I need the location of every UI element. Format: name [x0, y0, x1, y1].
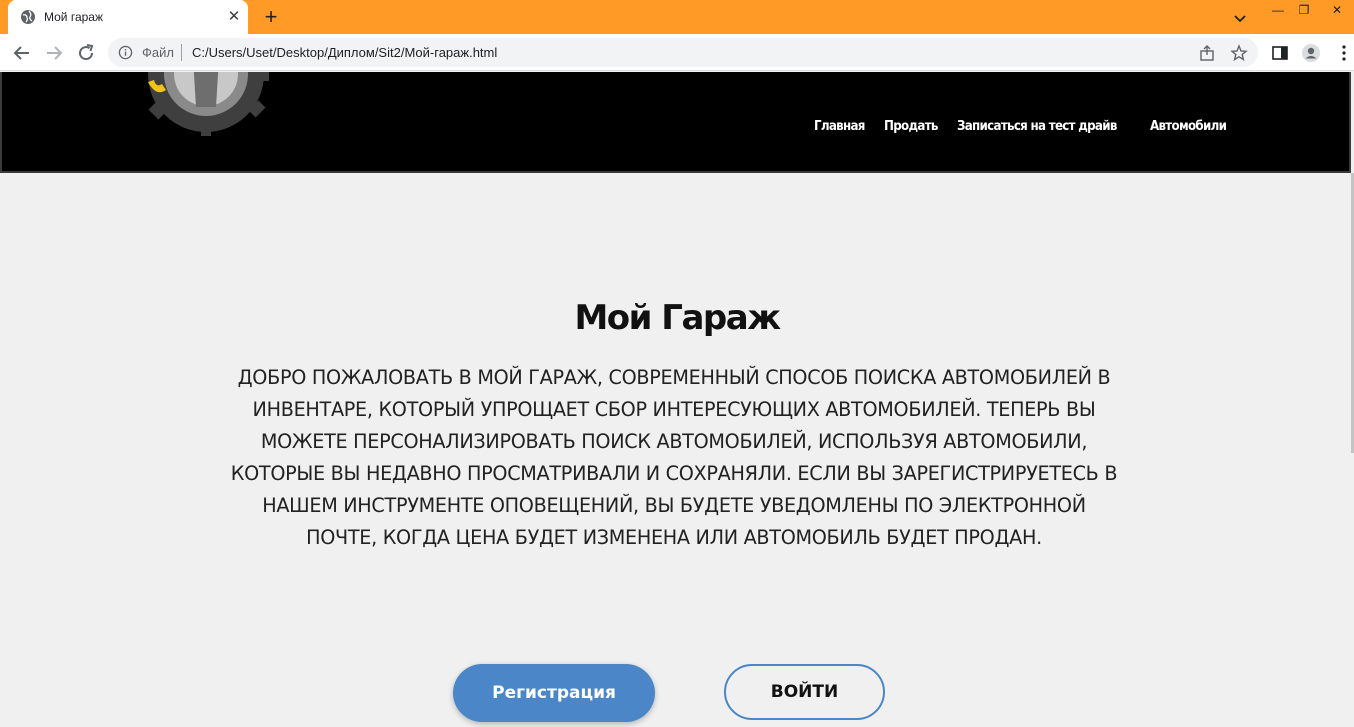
restore-button[interactable]: ❐ [1290, 0, 1318, 22]
file-scheme-label: Файл [142, 45, 174, 60]
share-icon[interactable] [1198, 44, 1216, 62]
reload-icon[interactable] [74, 41, 98, 65]
tab-close-icon[interactable]: ✕ [226, 9, 242, 25]
register-button[interactable]: Регистрация [453, 664, 655, 722]
side-panel-icon[interactable] [1270, 43, 1290, 63]
nav-link-home[interactable]: Главная [814, 118, 865, 134]
page-title: Мой Гараж [574, 298, 781, 338]
menu-kebab-icon[interactable] [1334, 43, 1354, 63]
main-nav: Главная Продать Записаться на тест драйв… [814, 118, 1237, 134]
hero-description: ДОБРО ПОЖАЛОВАТЬ В МОЙ ГАРАЖ, СОВРЕМЕННЫ… [230, 366, 1118, 549]
nav-link-sell[interactable]: Продать [884, 118, 938, 134]
browser-tab-active[interactable]: Мой гараж ✕ [8, 0, 248, 34]
browser-toolbar: Файл C:/Users/Uset/Desktop/Диплом/Sit2/М… [0, 34, 1354, 71]
globe-icon [21, 10, 35, 24]
page-viewport: SELTEN Главная Продать Записаться на тес… [0, 72, 1354, 727]
profile-avatar-icon[interactable] [1301, 43, 1321, 63]
address-bar[interactable]: Файл C:/Users/Uset/Desktop/Диплом/Sit2/М… [108, 38, 1258, 67]
browser-tabstrip: Мой гараж ✕ + — ❐ ✕ [0, 0, 1354, 34]
nav-link-cars[interactable]: Автомобили [1150, 118, 1227, 134]
address-url[interactable]: C:/Users/Uset/Desktop/Диплом/Sit2/Мой-га… [192, 45, 497, 60]
nav-link-test-drive[interactable]: Записаться на тест драйв [957, 118, 1117, 134]
selten-logo[interactable]: SELTEN [134, 72, 269, 137]
site-header: SELTEN Главная Продать Записаться на тес… [0, 72, 1351, 173]
back-arrow-icon[interactable] [10, 41, 34, 65]
bookmark-star-icon[interactable] [1230, 44, 1248, 62]
minimize-button[interactable]: — [1264, 0, 1292, 22]
forward-arrow-icon[interactable] [42, 41, 66, 65]
close-window-button[interactable]: ✕ [1320, 0, 1354, 22]
tab-title: Мой гараж [44, 10, 104, 24]
login-button[interactable]: ВОЙТИ [724, 664, 885, 720]
info-icon[interactable] [118, 45, 133, 60]
tab-search-chevron-icon[interactable] [1228, 8, 1252, 28]
address-separator [181, 44, 182, 61]
new-tab-button[interactable]: + [258, 4, 284, 30]
